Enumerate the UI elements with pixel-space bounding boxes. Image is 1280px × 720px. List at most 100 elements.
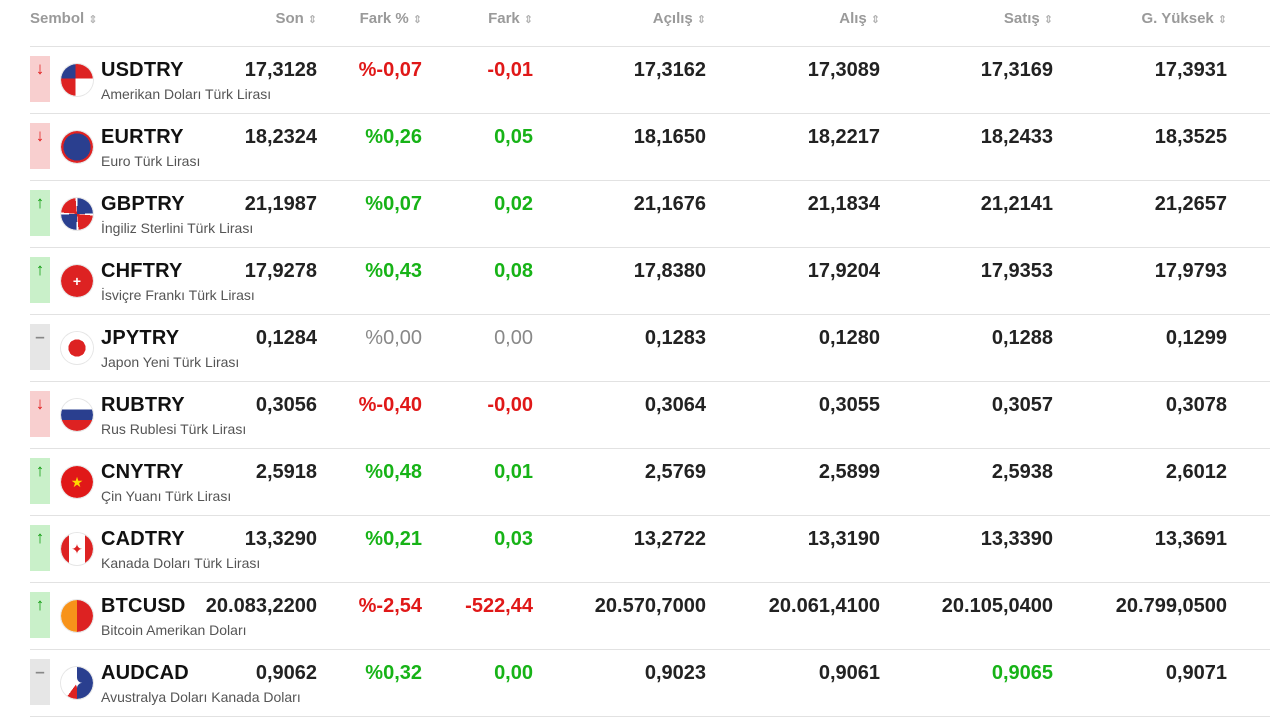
arrow-down-icon: ↓: [30, 56, 50, 102]
table-row[interactable]: ↑ BTCUSD Bitcoin Amerikan Doları 20.083,220…: [30, 583, 1270, 650]
change-pct-value: %-0,40: [358, 394, 422, 416]
bid-value: 13,3190: [807, 528, 880, 550]
eu-flag-icon: [61, 131, 93, 163]
last-value: 0,3056: [255, 394, 317, 416]
change-value: 0,05: [494, 126, 533, 148]
change-value: -522,44: [465, 595, 533, 617]
symbol-description: Rus Rublesi Türk Lirası: [101, 421, 247, 437]
symbol-code[interactable]: CADTRY: [101, 528, 185, 551]
sort-symbol-header[interactable]: Sembol ⇕: [30, 10, 97, 27]
change-value: 0,00: [494, 662, 533, 684]
ask-value: 0,3057: [991, 394, 1053, 416]
change-pct-value: %0,21: [365, 528, 422, 550]
symbol-code[interactable]: GBPTRY: [101, 193, 185, 216]
dash-icon: –: [30, 324, 50, 370]
change-value: -0,01: [487, 59, 533, 81]
sort-high-header[interactable]: G. Yüksek ⇕: [1142, 10, 1228, 27]
ch-flag-icon: +: [61, 265, 93, 297]
open-value: 0,1283: [644, 327, 706, 349]
last-value: 20.083,2200: [205, 595, 317, 617]
bid-value: 21,1834: [807, 193, 880, 215]
high-value: 17,3931: [1154, 59, 1227, 81]
arrow-down-icon: ↓: [30, 391, 50, 437]
symbol-code[interactable]: RUBTRY: [101, 394, 185, 417]
ask-value: 20.105,0400: [941, 595, 1053, 617]
sort-last-header[interactable]: Son ⇕: [275, 10, 317, 27]
table-row[interactable]: ↓ USDTRY Amerikan Doları Türk Lirası 17,312…: [30, 47, 1270, 114]
table-body: ↓ USDTRY Amerikan Doları Türk Lirası 17,312…: [30, 47, 1270, 717]
sort-open-header[interactable]: Açılış ⇕: [653, 10, 706, 27]
change-pct-value: %0,26: [365, 126, 422, 148]
btc-us-flag-icon: [61, 600, 93, 632]
high-value: 0,3078: [1165, 394, 1227, 416]
high-value: 13,3691: [1154, 528, 1227, 550]
symbol-description: Kanada Doları Türk Lirası: [101, 555, 261, 571]
bid-value: 18,2217: [807, 126, 880, 148]
table-row[interactable]: ↑ + CHFTRY İsviçre Frankı Türk Lirası 17,927…: [30, 248, 1270, 315]
symbol-code[interactable]: USDTRY: [101, 59, 184, 82]
symbol-description: Bitcoin Amerikan Doları: [101, 622, 247, 638]
arrow-down-icon: ↓: [30, 123, 50, 169]
bid-value: 17,9204: [807, 260, 880, 282]
last-value: 13,3290: [244, 528, 317, 550]
sort-change-pct-header[interactable]: Fark % ⇕: [360, 10, 422, 27]
arrow-up-icon: ↑: [30, 458, 50, 504]
symbol-code[interactable]: CHFTRY: [101, 260, 183, 283]
change-pct-value: %0,32: [365, 662, 422, 684]
table-row[interactable]: – JPYTRY Japon Yeni Türk Lirası 0,1284 %0,00…: [30, 315, 1270, 382]
sort-ask-header[interactable]: Satış ⇕: [1004, 10, 1053, 27]
symbol-description: Euro Türk Lirası: [101, 153, 201, 169]
sort-icon: ⇕: [1217, 14, 1227, 26]
table-row[interactable]: ↑ ✦ CADTRY Kanada Doları Türk Lirası 13,3290…: [30, 516, 1270, 583]
bid-value: 0,9061: [818, 662, 880, 684]
arrow-up-icon: ↑: [30, 257, 50, 303]
table-row[interactable]: ↑ ★ CNYTRY Çin Yuanı Türk Lirası 2,5918 %0,48…: [30, 449, 1270, 516]
last-value: 2,5918: [255, 461, 317, 483]
sort-icon: ⇕: [523, 14, 533, 26]
symbol-description: İngiliz Sterlini Türk Lirası: [101, 220, 254, 236]
bid-value: 17,3089: [807, 59, 880, 81]
table-row[interactable]: ↓ RUBTRY Rus Rublesi Türk Lirası 0,3056 %-0,…: [30, 382, 1270, 449]
sort-icon: ⇕: [307, 14, 317, 26]
open-value: 20.570,7000: [594, 595, 706, 617]
dash-icon: –: [30, 659, 50, 705]
ask-value: 18,2433: [980, 126, 1053, 148]
sort-icon: ⇕: [696, 14, 706, 26]
sort-icon: ⇕: [870, 14, 880, 26]
sort-bid-header[interactable]: Alış ⇕: [839, 10, 880, 27]
symbol-code[interactable]: BTCUSD: [101, 595, 186, 618]
table-header: Sembol ⇕ Son ⇕ Fark % ⇕ Fark ⇕ Açılış ⇕ Alış ⇕…: [30, 0, 1270, 47]
change-value: 0,00: [494, 327, 533, 349]
symbol-code[interactable]: JPYTRY: [101, 327, 179, 350]
table-row[interactable]: ↓ EURTRY Euro Türk Lirası 18,2324 %0,26 0,05 1…: [30, 114, 1270, 181]
change-value: 0,08: [494, 260, 533, 282]
change-pct-value: %0,00: [365, 327, 422, 349]
bid-value: 0,1280: [818, 327, 880, 349]
ask-value: 0,1288: [991, 327, 1053, 349]
au-ca-flag-icon: ✦: [61, 667, 93, 699]
open-value: 2,5769: [644, 461, 706, 483]
sort-icon: ⇕: [412, 14, 422, 26]
last-value: 0,1284: [255, 327, 317, 349]
table-row[interactable]: – ✦ AUDCAD Avustralya Doları Kanada Doları 0…: [30, 650, 1270, 717]
open-value: 13,2722: [633, 528, 706, 550]
symbol-code[interactable]: EURTRY: [101, 126, 184, 149]
sort-change-header[interactable]: Fark ⇕: [488, 10, 533, 27]
ca-flag-icon: ✦: [61, 533, 93, 565]
high-value: 18,3525: [1154, 126, 1227, 148]
open-value: 17,8380: [633, 260, 706, 282]
open-value: 18,1650: [633, 126, 706, 148]
change-value: 0,01: [494, 461, 533, 483]
sort-icon: ⇕: [1043, 14, 1053, 26]
symbol-description: İsviçre Frankı Türk Lirası: [101, 287, 255, 303]
symbol-code[interactable]: AUDCAD: [101, 662, 189, 685]
currency-table: Sembol ⇕ Son ⇕ Fark % ⇕ Fark ⇕ Açılış ⇕ Alış ⇕…: [30, 0, 1270, 717]
table-row[interactable]: ↑ GBPTRY İngiliz Sterlini Türk Lirası 21,19…: [30, 181, 1270, 248]
arrow-up-icon: ↑: [30, 525, 50, 571]
us-flag-icon: [61, 64, 93, 96]
ask-value: 17,3169: [980, 59, 1053, 81]
change-pct-value: %-2,54: [358, 595, 422, 617]
symbol-code[interactable]: CNYTRY: [101, 461, 184, 484]
cn-flag-icon: ★: [61, 466, 93, 498]
last-value: 0,9062: [255, 662, 317, 684]
